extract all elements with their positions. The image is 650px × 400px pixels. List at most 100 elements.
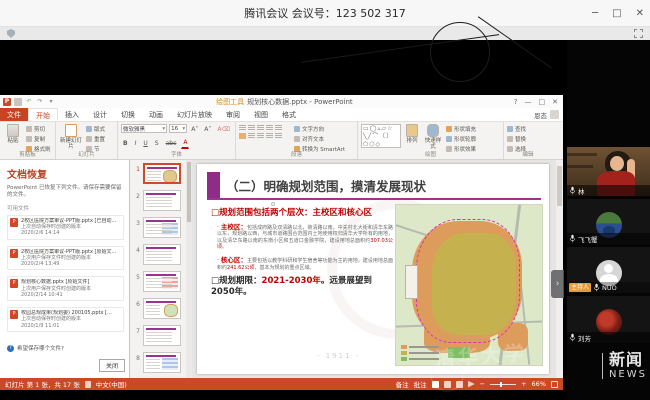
campus-map-figure[interactable] <box>395 204 543 366</box>
sidebar-collapse-handle[interactable]: › <box>551 270 564 298</box>
arrange-button[interactable]: 排列 <box>404 124 420 150</box>
participant-tile-host[interactable]: 主持人 NUO <box>567 247 650 293</box>
zoom-out-icon[interactable]: − <box>480 380 485 388</box>
alignment-buttons[interactable] <box>239 133 291 139</box>
slide-sorter-view-icon[interactable] <box>444 381 451 388</box>
slide-thumbnail-1[interactable]: 1 <box>134 163 191 184</box>
save-icon[interactable] <box>14 98 22 106</box>
spell-check-icon[interactable] <box>85 381 91 388</box>
tab-file[interactable]: 文件 <box>0 108 28 121</box>
recovered-file-item[interactable]: P 规划核心数据.pptx [原始文件] 上次用户保存文件时创建的版本 2020… <box>7 276 124 301</box>
layout-button[interactable]: 版式 <box>86 125 105 133</box>
shape-outline-button[interactable]: 形状轮廓 <box>446 135 476 143</box>
find-button[interactable]: 查找 <box>507 125 526 133</box>
ppt-restore-icon[interactable]: □ <box>539 98 546 106</box>
ppt-minimize-icon[interactable]: — <box>525 98 532 106</box>
increase-font-icon[interactable]: A˄ <box>189 124 200 135</box>
fullscreen-icon[interactable] <box>634 29 643 38</box>
tab-animations[interactable]: 动画 <box>142 108 170 121</box>
italic-button[interactable]: I <box>133 138 139 149</box>
meeting-toolbar <box>0 27 650 40</box>
list-buttons[interactable] <box>239 125 291 131</box>
undo-icon[interactable]: ↶ <box>25 98 33 106</box>
zoom-level[interactable]: 66% <box>532 380 546 388</box>
reading-view-icon[interactable] <box>456 381 463 388</box>
help-icon[interactable]: ? <box>514 98 518 106</box>
participant-tile-video[interactable]: 林 <box>567 147 650 196</box>
tab-review[interactable]: 审阅 <box>219 108 247 121</box>
close-icon[interactable]: ✕ <box>636 8 644 19</box>
tab-view[interactable]: 视图 <box>247 108 275 121</box>
slide-thumbnail-4[interactable]: 4 <box>134 244 191 265</box>
slide-thumbnail-6[interactable]: 6 <box>134 298 191 319</box>
slide-title[interactable]: （二）明确规划范围，摸清发展现状 <box>226 176 426 195</box>
redo-icon[interactable]: ↷ <box>36 98 44 106</box>
recovery-close-button[interactable]: 关闭 <box>99 359 125 372</box>
slide-thumbnail-2[interactable]: 2 <box>134 190 191 211</box>
font-name-select[interactable]: 微软雅黑▾ <box>121 124 167 133</box>
news-logo: 新闻 NEWS <box>602 352 647 380</box>
text-direction-button[interactable]: 文字方向 <box>294 125 345 133</box>
zoom-slider[interactable] <box>490 384 516 385</box>
clear-format-icon[interactable]: A⌫ <box>215 124 232 135</box>
participants-sidebar: 林 飞飞蟹 主持人 NUO 刘芳 <box>567 40 650 400</box>
slide-thumbnail-7[interactable]: 7 <box>134 325 191 346</box>
comments-toggle[interactable]: 批注 <box>414 379 427 389</box>
legend-green-swatch <box>401 357 407 361</box>
bold-button[interactable]: B <box>121 138 130 149</box>
zoom-in-icon[interactable]: + <box>521 380 526 388</box>
slide-canvas[interactable]: - 1911 - （二）明确规划范围，摸清发展现状 □规划范围包括两个层次：主校… <box>197 164 549 374</box>
slide-text-column[interactable]: □规划范围包括两个层次：主校区和核心区 · 主校区：包括成府路及双清路以北，荷清… <box>211 208 393 298</box>
tab-home[interactable]: 开始 <box>28 108 58 121</box>
participant-name: NUO <box>602 284 617 292</box>
new-slide-button[interactable]: 新建幻灯片 <box>59 124 83 150</box>
map-legend <box>401 345 439 361</box>
tab-transitions[interactable]: 切换 <box>114 108 142 121</box>
account-avatar <box>550 110 559 119</box>
paste-button[interactable]: 粘贴 <box>3 124 23 150</box>
font-color-button[interactable]: A <box>181 137 189 149</box>
recovered-file-item[interactable]: P 2校区医院方案审议-PPT版.pptx [原始文... 上次用户保存文件时创… <box>7 246 124 271</box>
text-shadow-button[interactable]: S <box>153 138 161 149</box>
decrease-font-icon[interactable]: A˅ <box>202 124 213 135</box>
notes-toggle[interactable]: 备注 <box>396 379 409 389</box>
cut-button[interactable]: 剪切 <box>26 125 51 133</box>
account-menu[interactable]: 恩态 <box>534 108 563 121</box>
slide-thumbnail-5[interactable]: 5 <box>134 271 191 292</box>
shapes-gallery[interactable]: ▭◯▵▱☆ ╲╱⌒〔〕 ⬠⬡◇ <box>361 124 401 148</box>
meeting-title: 腾讯会议 会议号：123 502 317 <box>0 0 650 27</box>
tab-format[interactable]: 格式 <box>275 108 303 121</box>
reset-button[interactable]: 重置 <box>86 135 105 143</box>
minimize-icon[interactable]: ─ <box>592 8 598 19</box>
map-green-space <box>448 347 470 358</box>
customize-qat-icon[interactable]: ▾ <box>47 98 55 106</box>
shield-icon <box>7 29 15 38</box>
normal-view-icon[interactable] <box>432 381 439 388</box>
slide-scrollbar[interactable] <box>556 160 563 378</box>
tab-slideshow[interactable]: 幻灯片放映 <box>170 108 219 121</box>
copy-button[interactable]: 复制 <box>26 135 51 143</box>
slideshow-view-icon[interactable] <box>468 381 475 388</box>
host-badge: 主持人 <box>569 283 591 292</box>
ribbon: 粘贴 剪切 复制 格式刷 剪贴板 新建幻灯片 版式 <box>0 122 563 160</box>
fit-to-window-icon[interactable] <box>551 381 558 388</box>
font-size-select[interactable]: 16▾ <box>169 124 187 133</box>
align-text-button[interactable]: 对齐文本 <box>294 135 345 143</box>
slide-thumbnail-3[interactable]: 3 <box>134 217 191 238</box>
shape-fill-button[interactable]: 形状填充 <box>446 125 476 133</box>
tab-design[interactable]: 设计 <box>86 108 114 121</box>
participant-tile[interactable]: 飞飞蟹 <box>567 199 650 244</box>
ppt-close-icon[interactable]: ✕ <box>552 98 558 106</box>
tab-insert[interactable]: 插入 <box>58 108 86 121</box>
maximize-icon[interactable]: □ <box>612 8 621 19</box>
underline-button[interactable]: U <box>141 138 149 149</box>
slide-thumbnail-8[interactable]: 8 <box>134 352 191 373</box>
replace-button[interactable]: 替换 <box>507 135 526 143</box>
selection-handle[interactable] <box>271 202 275 206</box>
participant-tile[interactable]: 刘芳 <box>567 296 650 343</box>
recovered-file-item[interactable]: P 2校区医院方案审议-PPT版.pptx [已自动... 上次自动保存时创建的… <box>7 215 124 240</box>
recovered-file-item[interactable]: P 校园总规成果(规划委) 200105.pptx [... 上次自动保存时创建… <box>7 307 124 332</box>
quick-styles-button[interactable]: 快速样式 <box>423 124 443 150</box>
language-status[interactable]: 中文(中国) <box>96 379 127 389</box>
strikethrough-button[interactable]: abc <box>164 138 179 149</box>
